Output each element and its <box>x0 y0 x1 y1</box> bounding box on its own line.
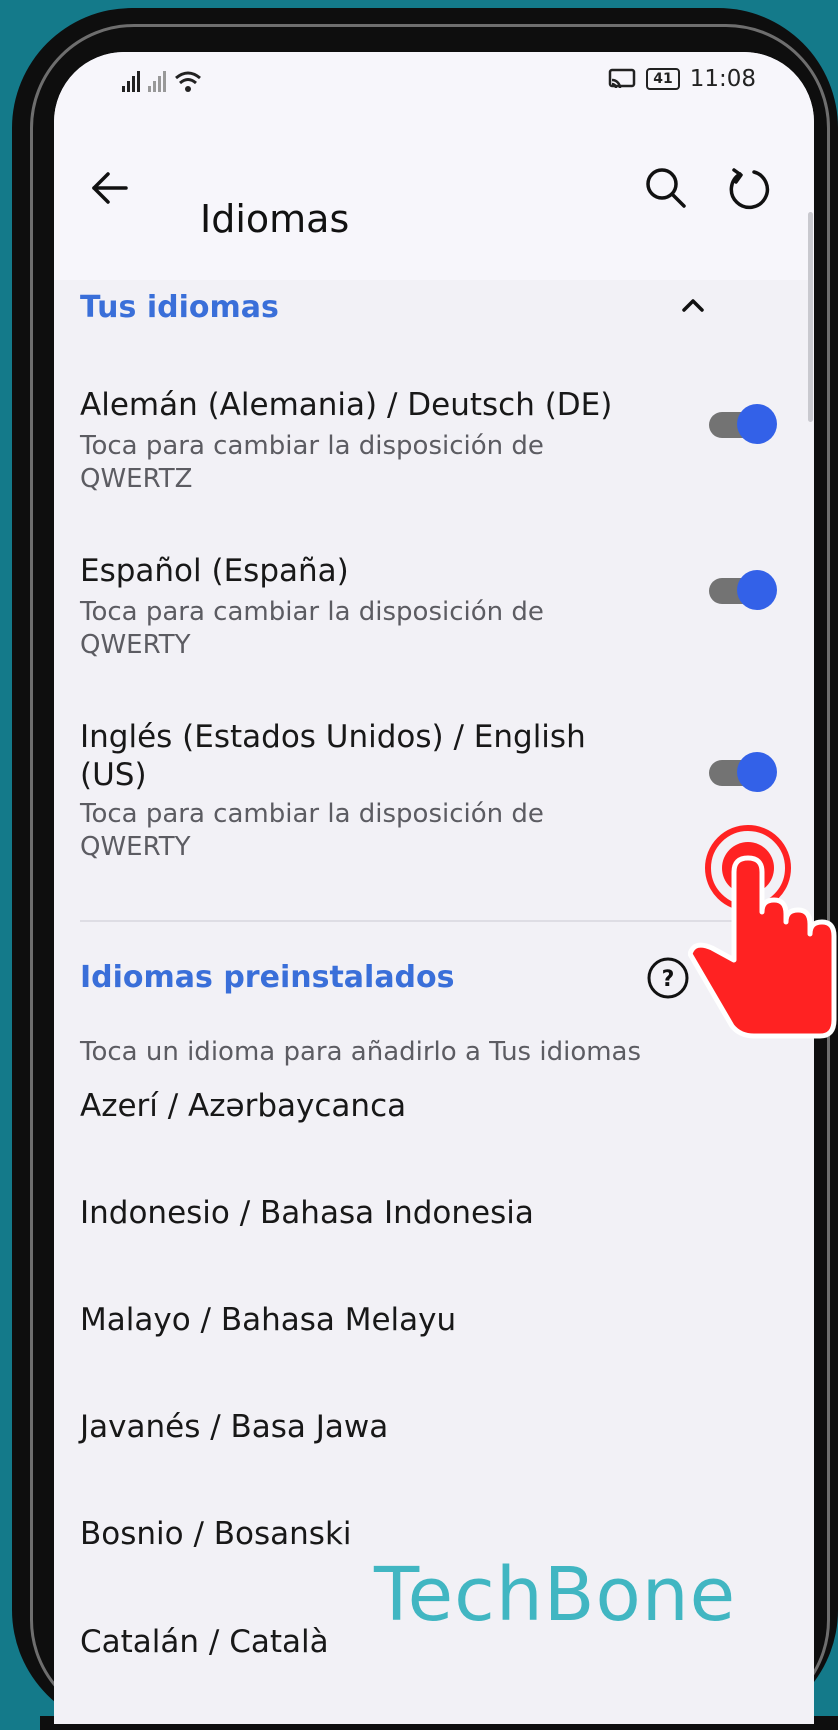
scrollbar[interactable] <box>808 212 813 422</box>
preinstalled-language-item[interactable]: Catalán / Català <box>80 1624 329 1660</box>
language-title-cont: (US) <box>80 757 147 793</box>
status-bar: 41 11:08 <box>54 52 814 120</box>
language-toggle[interactable] <box>709 404 777 444</box>
language-subtitle: Toca para cambiar la disposición de <box>80 799 544 829</box>
preinstalled-language-item[interactable]: Bosnio / Bosanski <box>80 1516 352 1552</box>
toggle-knob <box>737 570 777 610</box>
preinstalled-header: Idiomas preinstalados <box>80 960 455 995</box>
toggle-knob <box>737 752 777 792</box>
status-right: 41 11:08 <box>608 66 756 92</box>
status-time: 11:08 <box>689 66 756 92</box>
language-subtitle: Toca para cambiar la disposición de <box>80 597 544 627</box>
app-bar: Idiomas <box>54 120 814 280</box>
preinstalled-language-item[interactable]: Azerí / Azərbaycanca <box>80 1088 406 1124</box>
battery-indicator: 41 <box>646 68 680 90</box>
section-divider <box>80 920 790 922</box>
language-layout: QWERTY <box>80 630 191 660</box>
cast-icon <box>608 68 636 89</box>
language-title: Español (España) <box>80 553 349 589</box>
language-toggle[interactable] <box>709 570 777 610</box>
toggle-knob <box>737 404 777 444</box>
watermark-logo: TechBone <box>374 1552 737 1638</box>
language-toggle[interactable] <box>709 752 777 792</box>
refresh-icon[interactable] <box>724 164 776 216</box>
signal-wifi-icon <box>120 66 210 102</box>
language-layout: QWERTY <box>80 832 191 862</box>
page-title: Idiomas <box>200 197 350 241</box>
language-subtitle: Toca para cambiar la disposición de <box>80 431 544 461</box>
search-icon[interactable] <box>642 164 690 212</box>
language-title: Inglés (Estados Unidos) / English <box>80 719 586 755</box>
language-layout: QWERTZ <box>80 464 193 494</box>
chevron-up-icon[interactable] <box>678 290 708 320</box>
preinstalled-hint: Toca un idioma para añadirlo a Tus idiom… <box>80 1037 642 1067</box>
preinstalled-language-item[interactable]: Indonesio / Bahasa Indonesia <box>80 1195 534 1231</box>
your-languages-header: Tus idiomas <box>80 290 279 325</box>
preinstalled-language-item[interactable]: Javanés / Basa Jawa <box>80 1409 388 1445</box>
preinstalled-language-item[interactable]: Malayo / Bahasa Melayu <box>80 1302 456 1338</box>
svg-text:?: ? <box>662 967 675 992</box>
language-title: Alemán (Alemania) / Deutsch (DE) <box>80 387 613 423</box>
back-arrow-icon[interactable] <box>86 164 134 212</box>
tap-hand-icon <box>688 825 837 1039</box>
help-icon[interactable]: ? <box>646 956 690 1000</box>
